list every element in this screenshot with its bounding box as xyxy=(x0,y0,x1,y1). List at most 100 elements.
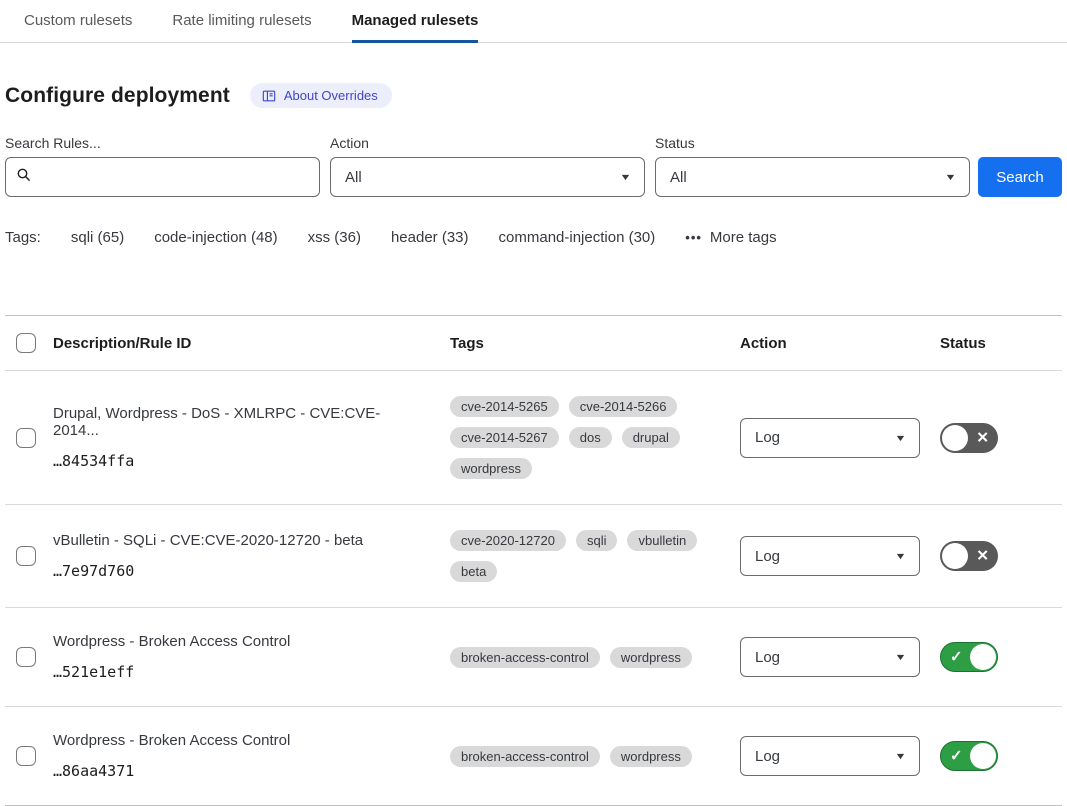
status-toggle[interactable]: ✓ xyxy=(940,741,998,771)
tags-bar-label: Tags: xyxy=(5,229,41,246)
tag-pill: drupal xyxy=(622,427,680,448)
tag-pill: cve-2014-5266 xyxy=(569,396,678,417)
row-checkbox[interactable] xyxy=(16,647,36,667)
action-select[interactable]: Log ▼ xyxy=(740,536,920,576)
action-select-value: Log xyxy=(755,748,780,765)
toggle-state-icon: ✕ xyxy=(976,549,989,564)
toggle-state-icon: ✓ xyxy=(950,650,963,665)
action-select-value: Log xyxy=(755,649,780,666)
status-toggle[interactable]: ✕ xyxy=(940,541,998,571)
tag-pill: broken-access-control xyxy=(450,746,600,767)
rule-description: Wordpress - Broken Access Control xyxy=(53,633,426,650)
rule-tags: cve-2014-5265 cve-2014-5266 cve-2014-5267 d… xyxy=(450,396,740,479)
about-overrides-badge[interactable]: About Overrides xyxy=(250,83,392,108)
tag-pill: vbulletin xyxy=(627,530,697,551)
rule-description: Drupal, Wordpress - DoS - XMLRPC - CVE:C… xyxy=(53,405,426,439)
rule-tags: cve-2020-12720 sqli vbulletin beta xyxy=(450,530,740,582)
table-header-row: Description/Rule ID Tags Action Status xyxy=(5,316,1062,371)
rule-id: …521e1eff xyxy=(53,663,426,681)
tag-pill: cve-2014-5265 xyxy=(450,396,559,417)
tag-pill: wordpress xyxy=(610,746,692,767)
toggle-knob xyxy=(970,743,996,769)
toggle-knob xyxy=(942,543,968,569)
tag-links-container: sqli (65) code-injection (48) xss (36) head… xyxy=(71,229,655,246)
chevron-down-icon: ▼ xyxy=(894,551,906,561)
tab-rate-limiting-rulesets[interactable]: Rate limiting rulesets xyxy=(172,12,311,43)
tag-pill: wordpress xyxy=(450,458,532,479)
tag-filter-link[interactable]: xss (36) xyxy=(308,229,361,246)
column-header-status: Status xyxy=(940,335,1062,352)
tags-bar: Tags: sqli (65) code-injection (48) xss (3… xyxy=(5,229,1062,246)
rule-description: Wordpress - Broken Access Control xyxy=(53,732,426,749)
more-tags-button[interactable]: ••• More tags xyxy=(685,229,776,246)
status-filter-value: All xyxy=(670,169,687,186)
tab-custom-rulesets[interactable]: Custom rulesets xyxy=(24,12,132,43)
action-filter-label: Action xyxy=(330,135,645,151)
rule-description: vBulletin - SQLi - CVE:CVE-2020-12720 - … xyxy=(53,532,426,549)
rules-table-body: Drupal, Wordpress - DoS - XMLRPC - CVE:C… xyxy=(5,371,1062,805)
select-all-checkbox[interactable] xyxy=(16,333,36,353)
table-row: Drupal, Wordpress - DoS - XMLRPC - CVE:C… xyxy=(5,371,1062,505)
row-checkbox[interactable] xyxy=(16,546,36,566)
tag-pill: beta xyxy=(450,561,497,582)
tag-filter-link[interactable]: code-injection (48) xyxy=(154,229,277,246)
status-filter-select[interactable]: All ▼ xyxy=(655,157,970,197)
rule-tags: broken-access-control wordpress xyxy=(450,647,740,668)
tag-pill: sqli xyxy=(576,530,618,551)
action-select[interactable]: Log ▼ xyxy=(740,736,920,776)
more-tags-label: More tags xyxy=(710,229,777,246)
chevron-down-icon: ▼ xyxy=(894,433,906,443)
status-toggle[interactable]: ✕ xyxy=(940,423,998,453)
rule-id: …7e97d760 xyxy=(53,562,426,580)
tag-pill: cve-2014-5267 xyxy=(450,427,559,448)
tag-pill: cve-2020-12720 xyxy=(450,530,566,551)
search-rules-input[interactable] xyxy=(40,169,309,186)
column-header-description: Description/Rule ID xyxy=(53,335,450,352)
table-row: vBulletin - SQLi - CVE:CVE-2020-12720 - … xyxy=(5,505,1062,608)
rule-id: …84534ffa xyxy=(53,452,426,470)
chevron-down-icon: ▼ xyxy=(894,652,906,662)
rule-id: …86aa4371 xyxy=(53,762,426,780)
action-select[interactable]: Log ▼ xyxy=(740,418,920,458)
action-select-value: Log xyxy=(755,429,780,446)
chevron-down-icon: ▼ xyxy=(894,751,906,761)
toggle-state-icon: ✕ xyxy=(976,430,989,445)
heading-row: Configure deployment About Overrides xyxy=(5,83,1062,108)
table-row: Wordpress - Broken Access Control …521e1… xyxy=(5,608,1062,707)
action-select[interactable]: Log ▼ xyxy=(740,637,920,677)
tab-managed-rulesets[interactable]: Managed rulesets xyxy=(352,12,479,43)
chevron-down-icon: ▼ xyxy=(619,172,631,182)
book-icon xyxy=(262,89,276,103)
column-header-action: Action xyxy=(740,335,940,352)
tag-filter-link[interactable]: command-injection (30) xyxy=(499,229,656,246)
rules-table: Description/Rule ID Tags Action Status D… xyxy=(5,315,1062,806)
search-input-wrapper xyxy=(5,157,320,197)
row-checkbox[interactable] xyxy=(16,746,36,766)
status-filter-label: Status xyxy=(655,135,970,151)
action-filter-value: All xyxy=(345,169,362,186)
page-title: Configure deployment xyxy=(5,84,230,108)
search-icon xyxy=(16,167,32,187)
row-checkbox[interactable] xyxy=(16,428,36,448)
table-row: Wordpress - Broken Access Control …86aa4… xyxy=(5,707,1062,805)
search-rules-label: Search Rules... xyxy=(5,135,320,151)
ellipsis-icon: ••• xyxy=(685,230,702,245)
column-header-tags: Tags xyxy=(450,335,740,352)
tag-pill: broken-access-control xyxy=(450,647,600,668)
search-button[interactable]: Search xyxy=(978,157,1062,197)
chevron-down-icon: ▼ xyxy=(944,172,956,182)
action-filter-select[interactable]: All ▼ xyxy=(330,157,645,197)
tag-filter-link[interactable]: header (33) xyxy=(391,229,469,246)
tab-bar: Custom rulesets Rate limiting rulesets M… xyxy=(0,0,1067,43)
toggle-state-icon: ✓ xyxy=(950,749,963,764)
tag-pill: wordpress xyxy=(610,647,692,668)
action-select-value: Log xyxy=(755,548,780,565)
rule-tags: broken-access-control wordpress xyxy=(450,746,740,767)
tag-filter-link[interactable]: sqli (65) xyxy=(71,229,124,246)
toggle-knob xyxy=(942,425,968,451)
tag-pill: dos xyxy=(569,427,612,448)
about-overrides-label: About Overrides xyxy=(284,88,378,103)
toggle-knob xyxy=(970,644,996,670)
filters-row: Search Rules... Action All ▼ Status xyxy=(5,135,1062,197)
status-toggle[interactable]: ✓ xyxy=(940,642,998,672)
